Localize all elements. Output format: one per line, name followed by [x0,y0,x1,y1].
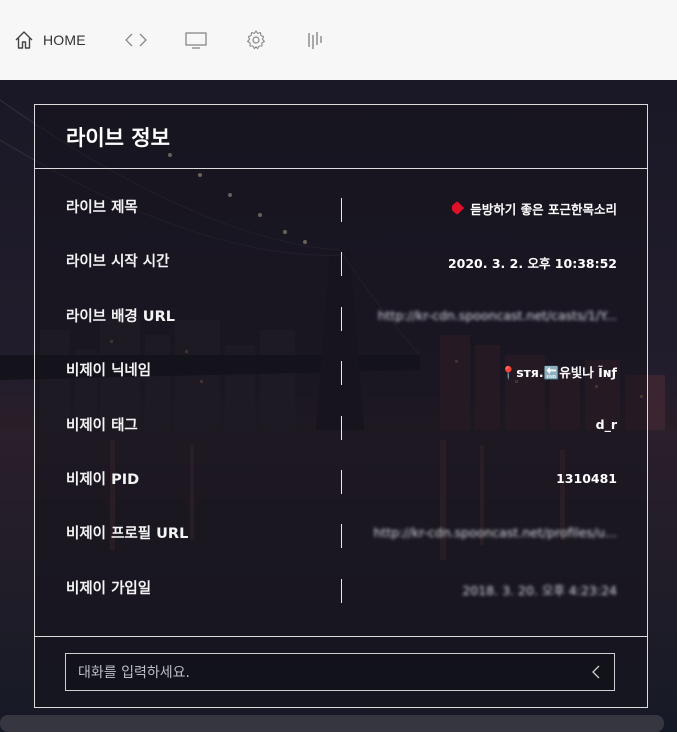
chat-input-box [65,653,615,692]
heart-icon [452,200,465,216]
row-value: 2018. 3. 20. 오후 4:23:24 [462,582,617,598]
row-value: 듣방하기 좋은 포근한목소리 [452,199,617,218]
row-label: 비제이 태그 [66,417,138,434]
row-value[interactable]: http://kr-cdn.spooncast.net/casts/1/Y... [378,308,617,323]
info-row-bj-tag: 비제이 태그 d_r [35,404,647,458]
code-icon [125,33,147,47]
monitor-icon [185,32,207,49]
panel-header: 라이브 정보 [35,105,647,169]
row-label: 비제이 가입일 [66,580,152,597]
live-title-value: 듣방하기 좋은 포근한목소리 [470,202,617,217]
home-button[interactable]: HOME [14,26,86,54]
row-label: 비제이 닉네임 [66,363,152,380]
info-rows: 라이브 제목 듣방하기 좋은 포근한목소리 라이브 시작 시간 2020. 3.… [35,169,647,621]
settings-button[interactable] [245,26,267,54]
horizontal-scrollbar[interactable] [0,715,664,732]
row-label: 라이브 배경 URL [66,308,175,325]
row-divider [341,306,342,331]
row-label: 라이브 시작 시간 [66,254,170,271]
row-value: 1310481 [556,470,617,486]
info-row-bj-pid: 비제이 PID 1310481 [35,458,647,512]
info-row-start-time: 라이브 시작 시간 2020. 3. 2. 오후 10:38:52 [35,240,647,294]
row-value[interactable]: http://kr-cdn.spooncast.net/profiles/u..… [374,525,617,540]
row-divider [341,524,342,549]
info-row-bj-nickname: 비제이 닉네임 📍sтя.🔚유빛나 Ĩɴƒ [35,349,647,403]
home-label: HOME [43,32,86,48]
chat-input[interactable] [76,654,580,692]
info-row-profile-url: 비제이 프로필 URL http://kr-cdn.spooncast.net/… [35,512,647,566]
row-label: 라이브 제목 [66,200,138,216]
live-info-panel: 라이브 정보 라이브 제목 듣방하기 좋은 포근한목소리 라이브 시작 시간 2… [34,104,648,708]
row-value: d_r [595,416,617,432]
info-row-live-title: 라이브 제목 듣방하기 좋은 포근한목소리 [35,186,647,240]
chat-footer [35,636,647,707]
info-row-join-date: 비제이 가입일 2018. 3. 20. 오후 4:23:24 [35,567,647,621]
info-row-background-url: 라이브 배경 URL http://kr-cdn.spooncast.net/c… [35,295,647,349]
chevron-left-icon[interactable] [590,664,602,684]
panel-title: 라이브 정보 [66,125,170,150]
top-toolbar: HOME [0,0,677,80]
row-divider [341,198,342,222]
row-value: 2020. 3. 2. 오후 10:38:52 [447,256,617,272]
home-icon [15,31,33,49]
equalizer-button[interactable] [307,26,325,54]
code-button[interactable] [124,26,148,54]
equalizer-icon [308,32,322,49]
monitor-button[interactable] [185,26,207,54]
row-divider [341,415,342,440]
row-label: 비제이 PID [66,471,140,488]
row-divider [341,469,342,494]
row-divider [341,578,342,603]
gear-icon [247,30,265,50]
row-label: 비제이 프로필 URL [66,526,189,543]
row-divider [341,252,342,277]
row-value: 📍sтя.🔚유빛나 Ĩɴƒ [500,365,617,381]
row-divider [341,361,342,386]
